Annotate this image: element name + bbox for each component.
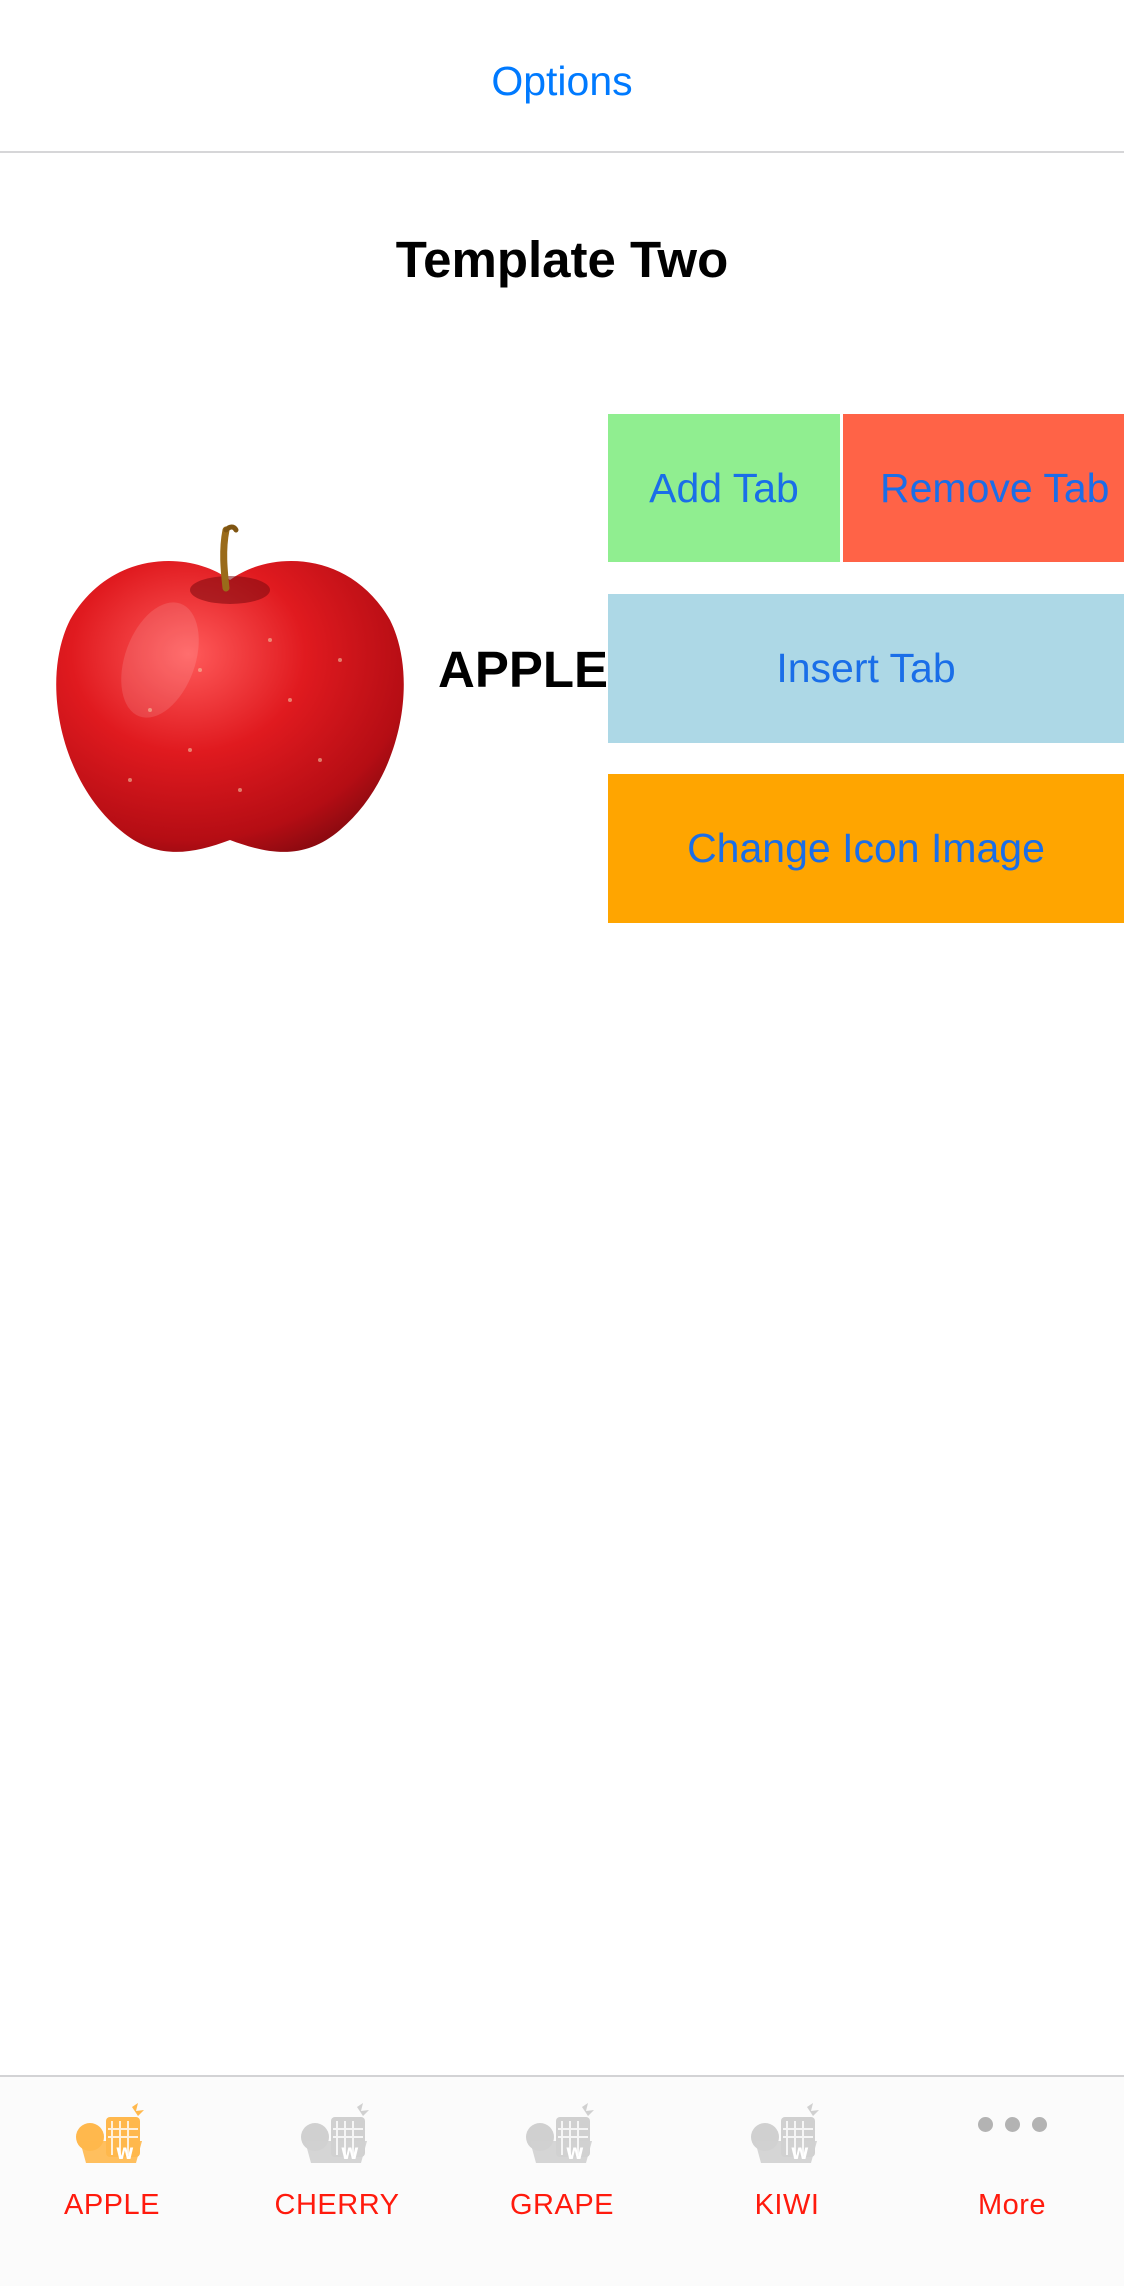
options-button[interactable]: Options bbox=[0, 58, 1124, 105]
navigation-bar: Options bbox=[0, 0, 1124, 153]
tab-apple[interactable]: W APPLE bbox=[0, 2077, 224, 2288]
fruit-basket-icon: W bbox=[751, 2101, 819, 2163]
tab-more[interactable]: More bbox=[900, 2077, 1124, 2288]
more-dots-icon bbox=[900, 2117, 1124, 2132]
tab-label: CHERRY bbox=[274, 2189, 400, 2221]
add-tab-button[interactable]: Add Tab bbox=[608, 414, 840, 562]
insert-tab-button[interactable]: Insert Tab bbox=[608, 594, 1124, 743]
tab-label: GRAPE bbox=[509, 2189, 615, 2221]
tab-label: More bbox=[977, 2189, 1047, 2221]
tab-label: APPLE bbox=[64, 2189, 160, 2221]
fruit-label: APPLE bbox=[438, 641, 609, 698]
tab-grape[interactable]: W GRAPE bbox=[450, 2077, 674, 2288]
page-title: Template Two bbox=[395, 231, 729, 288]
svg-text:W: W bbox=[116, 2144, 134, 2163]
tab-label: KIWI bbox=[754, 2189, 820, 2221]
tab-kiwi[interactable]: W KIWI bbox=[675, 2077, 899, 2288]
apple-image bbox=[56, 524, 404, 852]
change-icon-image-button[interactable]: Change Icon Image bbox=[608, 774, 1124, 923]
remove-tab-button[interactable]: Remove Tab bbox=[843, 414, 1124, 562]
tab-cherry[interactable]: W CHERRY bbox=[225, 2077, 449, 2288]
fruit-basket-icon: W bbox=[526, 2101, 594, 2163]
fruit-basket-icon: W bbox=[301, 2101, 369, 2163]
svg-text:W: W bbox=[341, 2144, 359, 2163]
svg-text:W: W bbox=[791, 2144, 809, 2163]
tab-bar: W APPLE W CHERRY W GRAPE W KIWI More bbox=[0, 2075, 1124, 2286]
svg-text:W: W bbox=[566, 2144, 584, 2163]
fruit-basket-icon: W bbox=[76, 2101, 144, 2163]
